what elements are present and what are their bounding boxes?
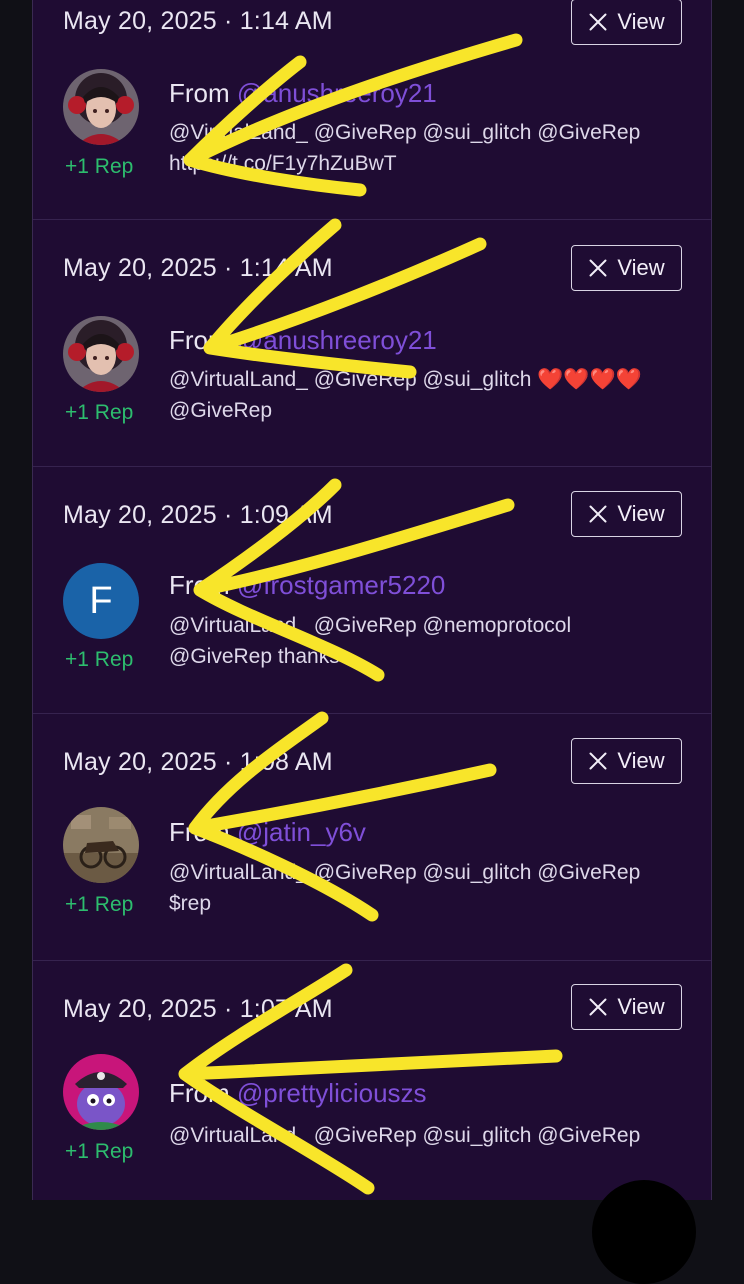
anime-girl-avatar[interactable] (63, 316, 139, 392)
username-link[interactable]: @anushreeroy21 (237, 325, 437, 355)
post-date: May 20, 2025 · 1:08 AM (63, 748, 333, 776)
view-label: View (617, 994, 665, 1019)
pirate-character-avatar[interactable] (63, 1054, 139, 1130)
feed-card: May 20, 2025 · 1:08 AM View +1 Rep From … (33, 713, 711, 961)
avatar-letter: F (89, 579, 113, 622)
letter-avatar[interactable]: F (63, 563, 139, 639)
from-prefix: From (169, 570, 237, 600)
from-prefix: From (169, 325, 237, 355)
post-date: May 20, 2025 · 1:14 AM (63, 7, 333, 35)
x-logo-icon (589, 505, 607, 523)
from-line: From @anushreeroy21 (169, 78, 437, 109)
from-line: From @anushreeroy21 (169, 325, 437, 356)
message-line: @VirtualLand_ @GiveRep @sui_glitch ❤️❤️❤… (169, 368, 642, 391)
message-line: @VirtualLand_ @GiveRep @sui_glitch @Give… (169, 1124, 641, 1147)
message-line: @VirtualLand_ @GiveRep @sui_glitch @Give… (169, 861, 641, 884)
post-date: May 20, 2025 · 1:09 AM (63, 501, 333, 529)
post-message: @VirtualLand_ @GiveRep @sui_glitch @Give… (169, 117, 679, 179)
username-link[interactable]: @jatin_y6v (237, 817, 366, 847)
post-message: @VirtualLand_ @GiveRep @sui_glitch ❤️❤️❤… (169, 364, 679, 426)
floating-action-button[interactable] (592, 1180, 696, 1284)
rep-badge: +1 Rep (65, 1140, 134, 1163)
x-logo-icon (589, 13, 607, 31)
post-date: May 20, 2025 · 1:07 AM (63, 995, 333, 1023)
from-prefix: From (169, 78, 237, 108)
view-on-x-button[interactable]: View (571, 0, 682, 45)
view-on-x-button[interactable]: View (571, 738, 682, 784)
view-on-x-button[interactable]: View (571, 491, 682, 537)
username-link[interactable]: @anushreeroy21 (237, 78, 437, 108)
from-line: From @prettyliciouszs (169, 1078, 427, 1109)
from-line: From @jatin_y6v (169, 817, 366, 848)
message-line: @VirtualLand_ @GiveRep @nemoprotocol (169, 614, 572, 637)
from-line: From @frostgamer5220 (169, 570, 445, 601)
post-message: @VirtualLand_ @GiveRep @sui_glitch @Give… (169, 857, 679, 919)
photo-avatar[interactable] (63, 807, 139, 883)
view-on-x-button[interactable]: View (571, 984, 682, 1030)
username-link[interactable]: @frostgamer5220 (237, 570, 446, 600)
view-label: View (617, 501, 665, 526)
view-label: View (617, 255, 665, 280)
x-logo-icon (589, 259, 607, 277)
anime-girl-avatar[interactable] (63, 69, 139, 145)
feed-card: May 20, 2025 · 1:14 AM View +1 Rep From … (33, 0, 711, 220)
username-link[interactable]: @prettyliciouszs (237, 1078, 427, 1108)
feed-card: May 20, 2025 · 1:14 AM View +1 Rep From … (33, 219, 711, 467)
message-line: $rep (169, 892, 212, 915)
x-logo-icon (589, 998, 607, 1016)
message-line: @GiveRep thanks (169, 645, 340, 668)
activity-feed: May 20, 2025 · 1:14 AM View +1 Rep From … (32, 0, 712, 1200)
message-line: @GiveRep (169, 399, 273, 422)
message-line: @VirtualLand_ @GiveRep @sui_glitch @Give… (169, 121, 641, 144)
post-message: @VirtualLand_ @GiveRep @nemoprotocol @Gi… (169, 610, 679, 672)
feed-card: May 20, 2025 · 1:07 AM View +1 Rep From … (33, 960, 711, 1207)
view-label: View (617, 9, 665, 34)
rep-badge: +1 Rep (65, 155, 134, 178)
rep-badge: +1 Rep (65, 648, 134, 671)
x-logo-icon (589, 752, 607, 770)
view-on-x-button[interactable]: View (571, 245, 682, 291)
from-prefix: From (169, 817, 237, 847)
rep-badge: +1 Rep (65, 893, 134, 916)
rep-badge: +1 Rep (65, 401, 134, 424)
post-message: @VirtualLand_ @GiveRep @sui_glitch @Give… (169, 1120, 679, 1151)
message-link[interactable]: https://t.co/F1y7hZuBwT (169, 148, 679, 179)
from-prefix: From (169, 1078, 237, 1108)
post-date: May 20, 2025 · 1:14 AM (63, 254, 333, 282)
feed-card: May 20, 2025 · 1:09 AM View F +1 Rep Fro… (33, 466, 711, 714)
view-label: View (617, 748, 665, 773)
